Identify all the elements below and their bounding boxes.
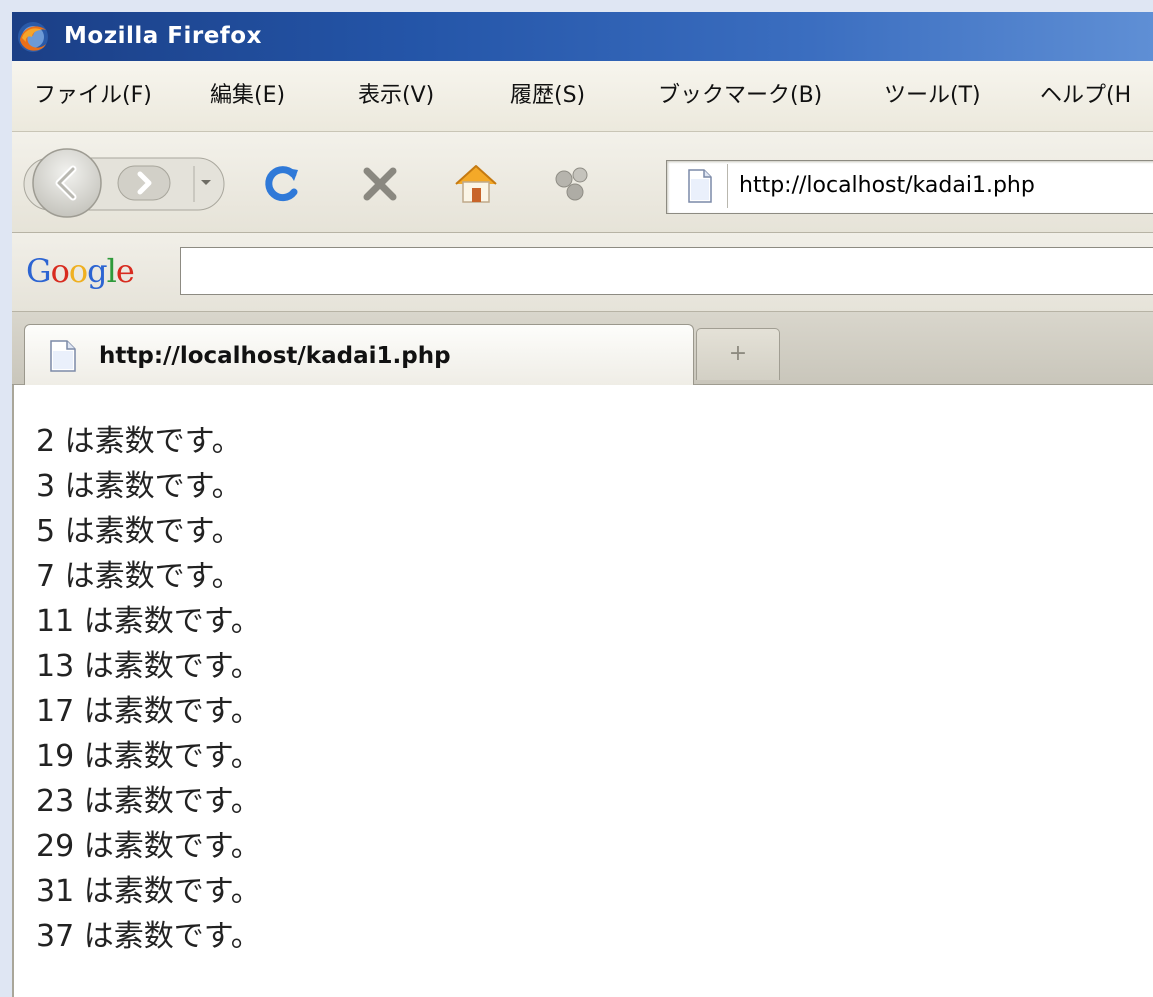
- site-identity-box[interactable]: [673, 164, 728, 208]
- prime-line: 2 は素数です。: [36, 424, 242, 459]
- stop-icon[interactable]: [358, 162, 402, 206]
- browser-window: Mozilla Firefox ファイル(F) 編集(E) 表示(V) 履歴(S…: [12, 12, 1153, 997]
- back-button[interactable]: [30, 146, 104, 220]
- url-input[interactable]: http://localhost/kadai1.php: [739, 171, 1035, 201]
- reload-icon[interactable]: [260, 162, 304, 206]
- menu-help[interactable]: ヘルプ(H: [1040, 81, 1131, 111]
- prime-line: 29 は素数です。: [36, 829, 261, 864]
- window-title: Mozilla Firefox: [64, 23, 262, 49]
- prime-line: 13 は素数です。: [36, 649, 261, 684]
- google-toolbar: Google: [12, 233, 1153, 312]
- menu-edit[interactable]: 編集(E): [210, 81, 285, 111]
- menu-history[interactable]: 履歴(S): [510, 81, 585, 111]
- menu-tools[interactable]: ツール(T): [884, 81, 981, 111]
- menu-file[interactable]: ファイル(F): [34, 81, 152, 111]
- forward-button[interactable]: [116, 162, 172, 204]
- prime-line: 11 は素数です。: [36, 604, 261, 639]
- prime-line: 3 は素数です。: [36, 469, 242, 504]
- google-letter: o: [68, 252, 88, 290]
- addons-icon[interactable]: [550, 162, 596, 206]
- prime-line: 37 は素数です。: [36, 919, 261, 954]
- tab-strip: http://localhost/kadai1.php +: [12, 312, 1153, 385]
- plus-icon: +: [728, 341, 748, 366]
- firefox-logo-icon: [18, 22, 48, 52]
- google-search-input[interactable]: [180, 247, 1153, 295]
- tab-active[interactable]: http://localhost/kadai1.php: [24, 324, 694, 385]
- home-icon[interactable]: [452, 160, 500, 206]
- prime-line: 5 は素数です。: [36, 514, 242, 549]
- menu-view[interactable]: 表示(V): [358, 81, 434, 111]
- history-dropdown-icon[interactable]: [196, 174, 216, 190]
- prime-line: 31 は素数です。: [36, 874, 261, 909]
- tab-title: http://localhost/kadai1.php: [99, 343, 451, 369]
- menu-bookmarks[interactable]: ブックマーク(B): [658, 81, 822, 111]
- google-letter: g: [87, 252, 108, 290]
- google-letter: G: [26, 252, 52, 290]
- prime-line: 23 は素数です。: [36, 784, 261, 819]
- google-letter: l: [106, 252, 117, 290]
- google-logo[interactable]: Google: [26, 251, 135, 291]
- page-content: 2 は素数です。 3 は素数です。 5 は素数です。 7 は素数です。 11 は…: [12, 385, 1153, 997]
- google-letter: e: [115, 252, 135, 290]
- google-letter: o: [50, 252, 70, 290]
- url-bar[interactable]: http://localhost/kadai1.php: [666, 160, 1153, 214]
- new-tab-button[interactable]: +: [696, 328, 780, 380]
- navigation-toolbar: http://localhost/kadai1.php: [12, 132, 1153, 233]
- menu-bar: ファイル(F) 編集(E) 表示(V) 履歴(S) ブックマーク(B) ツール(…: [12, 61, 1153, 132]
- prime-line: 7 は素数です。: [36, 559, 242, 594]
- page-document-icon: [688, 169, 712, 203]
- prime-line: 17 は素数です。: [36, 694, 261, 729]
- page-document-icon: [50, 340, 76, 372]
- prime-line: 19 は素数です。: [36, 739, 261, 774]
- title-bar: Mozilla Firefox: [12, 12, 1153, 61]
